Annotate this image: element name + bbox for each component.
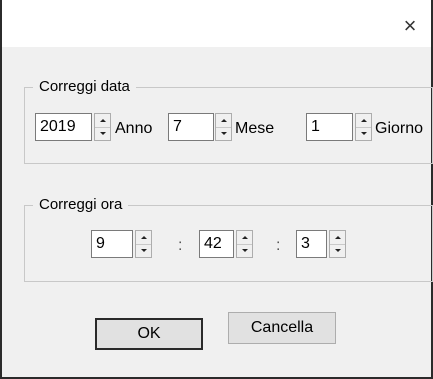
spin-down-icon bbox=[220, 132, 227, 135]
close-button[interactable]: × bbox=[395, 12, 425, 40]
date-time-dialog: × Correggi data 2019 Anno 7 Mese 1 Giorn… bbox=[0, 0, 433, 379]
month-spin-down[interactable] bbox=[216, 127, 231, 140]
spin-down-icon bbox=[360, 132, 367, 135]
hour-spin-down[interactable] bbox=[136, 244, 151, 257]
second-spin-down[interactable] bbox=[330, 244, 345, 257]
year-spin-down[interactable] bbox=[95, 127, 110, 140]
spin-down-icon bbox=[241, 249, 248, 252]
year-spin-up[interactable] bbox=[95, 114, 110, 128]
date-group-legend: Correggi data bbox=[33, 77, 136, 97]
time-group-legend: Correggi ora bbox=[33, 195, 129, 215]
day-spinner[interactable] bbox=[355, 113, 372, 141]
spin-down-icon bbox=[140, 249, 147, 252]
close-icon: × bbox=[403, 13, 417, 38]
year-spinner[interactable] bbox=[94, 113, 111, 141]
spin-up-icon bbox=[140, 236, 147, 239]
hour-input[interactable]: 9 bbox=[91, 230, 133, 258]
month-label: Mese bbox=[235, 120, 275, 137]
spin-down-icon bbox=[334, 249, 341, 252]
day-spin-down[interactable] bbox=[356, 127, 371, 140]
spin-up-icon bbox=[220, 119, 227, 122]
hour-spinner[interactable] bbox=[135, 230, 152, 258]
year-label: Anno bbox=[115, 120, 153, 137]
second-spin-up[interactable] bbox=[330, 231, 345, 245]
month-spinner[interactable] bbox=[215, 113, 232, 141]
spin-up-icon bbox=[241, 236, 248, 239]
time-separator: : bbox=[276, 237, 281, 254]
year-input[interactable]: 2019 bbox=[35, 113, 92, 141]
month-spin-up[interactable] bbox=[216, 114, 231, 128]
day-spin-up[interactable] bbox=[356, 114, 371, 128]
cancel-button[interactable]: Cancella bbox=[228, 312, 336, 344]
second-input[interactable]: 3 bbox=[296, 230, 327, 258]
spin-up-icon bbox=[360, 119, 367, 122]
minute-input[interactable]: 42 bbox=[199, 230, 234, 258]
spin-up-icon bbox=[334, 236, 341, 239]
ok-button[interactable]: OK bbox=[95, 318, 203, 350]
title-bar: × bbox=[2, 0, 431, 47]
hour-spin-up[interactable] bbox=[136, 231, 151, 245]
spin-up-icon bbox=[99, 119, 106, 122]
minute-spinner[interactable] bbox=[236, 230, 253, 258]
time-separator: : bbox=[178, 237, 183, 254]
month-input[interactable]: 7 bbox=[168, 113, 214, 141]
minute-spin-down[interactable] bbox=[237, 244, 252, 257]
spin-down-icon bbox=[99, 132, 106, 135]
day-input[interactable]: 1 bbox=[306, 113, 353, 141]
minute-spin-up[interactable] bbox=[237, 231, 252, 245]
day-label: Giorno bbox=[375, 120, 424, 137]
second-spinner[interactable] bbox=[329, 230, 346, 258]
